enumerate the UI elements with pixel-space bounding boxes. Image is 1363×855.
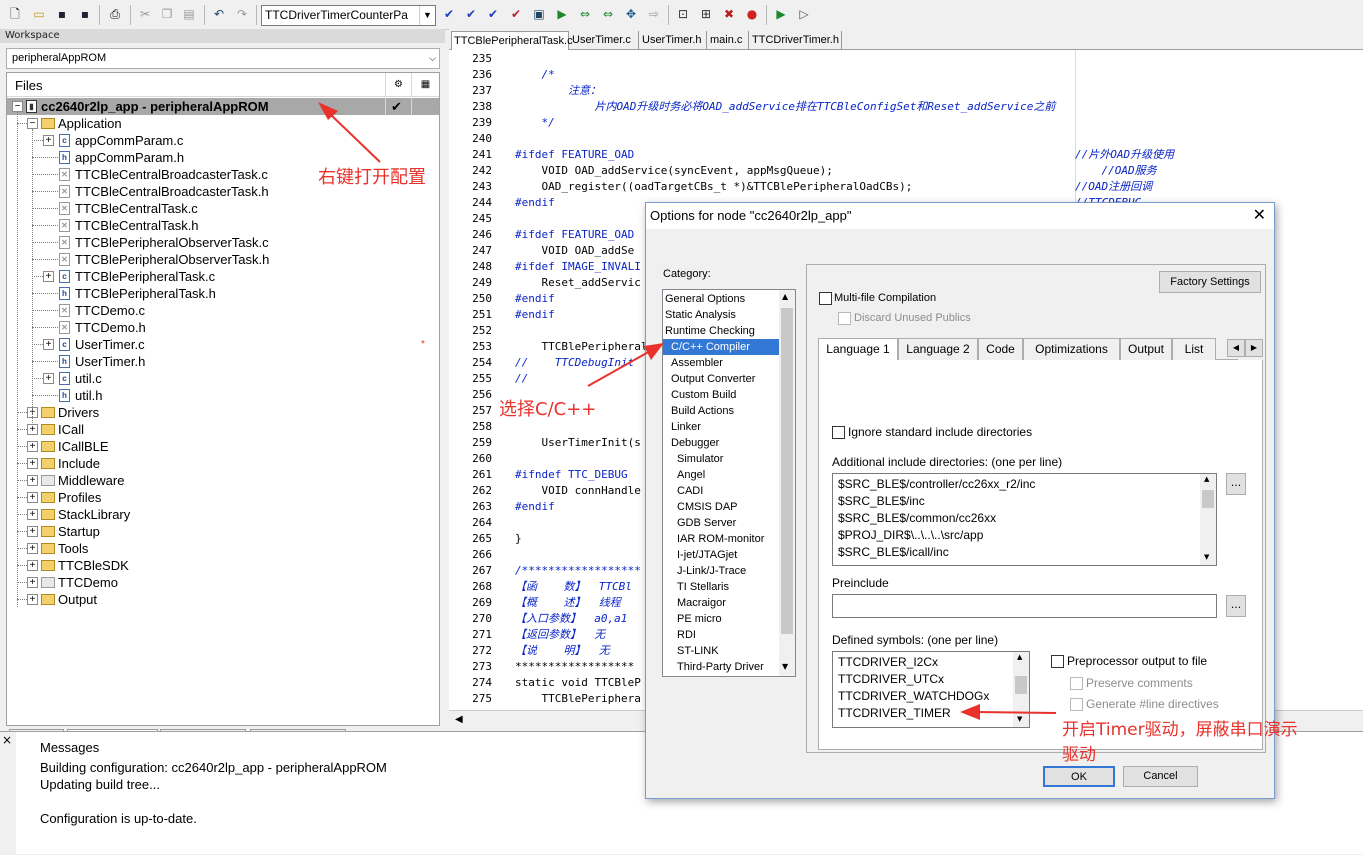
annotation-select-cpp: 选择C/C++ [499, 399, 597, 420]
select-cpp-arrow [587, 349, 653, 387]
timer-arrow-head [960, 704, 980, 720]
right-click-arrow-head [318, 102, 338, 120]
select-cpp-arrow-head [644, 343, 664, 360]
right-click-arrow [329, 113, 381, 163]
timer-arrow [975, 711, 1057, 714]
annotation-right-click: 右键打开配置 [318, 167, 426, 188]
annotation-enable-timer-cont: 驱动 [1062, 745, 1096, 765]
annotation-enable-timer: 开启Timer驱动，屏蔽串口演示 [1062, 720, 1298, 740]
